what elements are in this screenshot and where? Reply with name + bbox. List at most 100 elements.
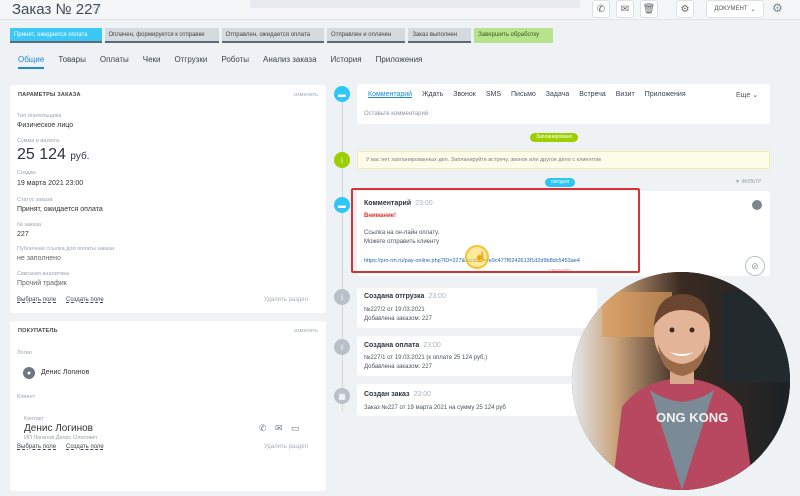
filter-button[interactable]: ▼ ФИЛЬТР [735,179,761,185]
today-pill: сегодня [545,178,576,187]
tab-call[interactable]: Звонок [453,91,476,98]
edit-link[interactable]: изменить [294,92,318,98]
user-icon: ● [23,367,35,379]
shipment-title-text: Создана отгрузка [364,293,425,300]
choose-field-link[interactable]: Выбрать поле [17,444,56,450]
tab-visit[interactable]: Визит [616,91,635,98]
faded-header-text [250,0,580,8]
payer-label: Тип плательщика [17,113,62,119]
public-link-value: не заполнено [17,255,61,262]
analytics-label: Сквозная аналитика [17,271,69,277]
tab-sms[interactable]: SMS [486,91,501,98]
mail-icon[interactable]: ✉ [616,0,634,18]
tab-task[interactable]: Задача [546,91,570,98]
tab-apps[interactable]: Приложения [645,91,686,98]
payment-title-text: Создана оплата [364,342,420,349]
created-value: 19 марта 2021 23:00 [17,180,84,187]
payment-title: Создана оплата 23:00 [364,342,441,349]
stage-2[interactable]: Отправлен, ожидается оплата [221,28,325,43]
login-label: Логин [17,350,32,356]
hand-cursor-icon: ☝ [474,252,487,263]
order-line-1: Заказ №227 от 19 марта 2021 на сумму 25 … [364,405,506,411]
created-label: Создан [17,170,36,176]
stage-label: Отправлен и оплачен [331,32,392,38]
delete-section-link[interactable]: Удалить раздел [264,444,308,450]
tab-receipts[interactable]: Чеки [143,55,161,69]
stage-1[interactable]: Оплачен, формируется к отправке [104,28,219,43]
comment-icon: ▬ [334,197,350,213]
login-value[interactable]: Денис Логинов [41,369,89,376]
contact-name[interactable]: Денис Логинов [24,423,93,434]
tab-analysis[interactable]: Анализ заказа [263,55,317,69]
tab-comment[interactable]: Комментарий [368,91,412,98]
tab-general[interactable]: Общие [18,55,45,69]
stage-label: Заказ выполнен [412,32,458,38]
stage-0[interactable]: Принят, ожидается оплата [10,28,102,43]
phone-icon[interactable]: ✆ [592,0,610,18]
analytics-value: Прочий трафик [17,280,67,287]
settings-icon[interactable]: ⚙ [676,0,694,18]
info-icon: i [334,152,350,168]
shipment-line-2: Добавлена заказом: 227 [364,316,432,322]
planned-pill: Запланировано [530,133,579,142]
trash-icon[interactable]: 🗑 [640,0,658,18]
star-icon[interactable]: ☆ [91,2,102,16]
highlight-box [351,188,640,273]
planned-notice: У вас нет запланированных дел. Запланиру… [357,151,770,169]
payment-time: 23:00 [423,342,441,349]
tab-meeting[interactable]: Встреча [579,91,605,98]
client-label: Клиент [17,394,36,400]
phone-icon[interactable]: ✆ [259,423,267,434]
tab-apps[interactable]: Приложения [376,55,423,69]
chevron-down-icon: ⌄ [750,6,756,13]
calendar-icon: ▦ [334,388,350,404]
contact-label: Контакт [24,416,44,422]
tab-history[interactable]: История [331,55,362,69]
stage-5[interactable]: Завершить обработку [474,28,554,43]
choose-field-link[interactable]: Выбрать поле [17,297,56,303]
filter-label: ФИЛЬТР [741,179,762,185]
page-title: Заказ № 227 [12,1,101,18]
author-avatar [752,200,762,210]
sum-value: 25 124 руб. [17,146,89,164]
order-title: Создан заказ 23:00 [364,391,431,398]
mail-icon[interactable]: ✉ [275,423,283,434]
card-heading: ПОКУПАТЕЛЬ [18,328,58,334]
edit-link[interactable]: изменить [294,328,318,334]
public-link-label: Публичная ссылка для оплаты заказа [17,246,114,252]
payment-line-1[interactable]: №227/1 от 19.03.2021 (к оплате 25 124 ру… [364,354,487,363]
activity-tabs: Комментарий Ждать Звонок SMS Письмо Зада… [368,91,686,98]
chat-icon[interactable]: ▭ [291,423,300,434]
main-tabs: Общие Товары Оплаты Чеки Отгрузки Роботы… [18,55,422,69]
currency: руб. [70,151,90,162]
tab-wait[interactable]: Ждать [422,91,443,98]
comment-input[interactable]: Оставьте комментарий [364,111,428,117]
tab-email[interactable]: Письмо [511,91,536,98]
shipment-line-1[interactable]: №227/2 от 19.03.2021 [364,306,425,315]
document-button[interactable]: ДОКУМЕНТ ⌄ [706,0,764,18]
top-bar: Заказ № 227 ☆ ✆ ✉ 🗑 ⚙ ДОКУМЕНТ ⌄ ⚙ [0,0,800,20]
webcam-scene: ONG KONG [572,272,790,490]
card-heading: ПАРАМЕТРЫ ЗАКАЗА [18,92,81,98]
payment-line-2: Добавлена заказом: 227 [364,364,432,370]
delete-section-link[interactable]: Удалить раздел [264,297,308,303]
stage-label: Принят, ожидается оплата [14,32,88,38]
shirt-print: ONG KONG [656,410,728,425]
stage-bar: Принят, ожидается оплата Оплачен, формир… [10,28,556,43]
gear-icon[interactable]: ⚙ [772,1,783,15]
tab-goods[interactable]: Товары [58,55,86,69]
comment-icon: ▬ [334,86,350,102]
create-field-link[interactable]: Создать поле [66,444,104,450]
timeline-line [342,92,343,412]
create-field-link[interactable]: Создать поле [66,297,104,303]
payer-value: Физическое лицо [17,122,74,129]
stage-label: Оплачен, формируется к отправке [108,32,205,38]
tab-shipments[interactable]: Отгрузки [175,55,208,69]
info-icon: i [334,339,350,355]
tab-robots[interactable]: Роботы [221,55,249,69]
more-dropdown[interactable]: Еще ⌄ [736,91,758,99]
order-title-text: Создан заказ [364,391,410,398]
stage-3[interactable]: Отправлен и оплачен [327,28,406,43]
stage-4[interactable]: Заказ выполнен [408,28,472,43]
tab-payments[interactable]: Оплаты [100,55,129,69]
